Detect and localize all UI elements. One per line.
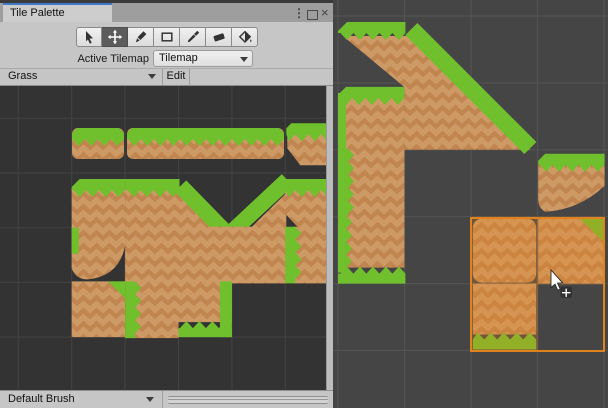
brush-dropdown-value: Default Brush <box>8 393 75 405</box>
fill-icon <box>237 29 253 45</box>
rect-icon <box>159 29 175 45</box>
tile-palette-window: Tile Palette ⋮ × Active Tilemap Tilemap … <box>0 0 333 408</box>
horizontal-scrollbar[interactable] <box>168 396 328 404</box>
tool-buttons <box>76 27 258 47</box>
tile-palette-tab[interactable]: Tile Palette <box>3 3 112 22</box>
eraser-icon <box>211 29 227 45</box>
window-menu-icon[interactable]: ⋮ <box>293 6 305 20</box>
window-close-icon[interactable]: × <box>321 6 329 20</box>
brush-dropdown[interactable]: Default Brush <box>0 391 163 408</box>
select-icon <box>81 29 97 45</box>
palette-select-bar: Grass Edit <box>0 68 333 86</box>
active-tilemap-label: Active Tilemap <box>0 53 149 65</box>
brush-bar: Default Brush <box>0 390 333 408</box>
move-tool-button[interactable] <box>102 27 128 47</box>
picker-icon <box>185 29 201 45</box>
palette-canvas[interactable] <box>0 86 333 390</box>
tilemap-dropdown-value: Tilemap <box>159 52 198 64</box>
window-title: Tile Palette <box>10 7 65 19</box>
palette-dropdown-value: Grass <box>8 70 37 82</box>
window-maximize-icon[interactable] <box>307 10 318 20</box>
vertical-scrollbar[interactable] <box>326 86 333 390</box>
rect-tool-button[interactable] <box>154 27 180 47</box>
chevron-down-icon <box>240 57 248 62</box>
chevron-down-icon <box>148 74 156 79</box>
scene-canvas[interactable] <box>333 0 608 408</box>
select-tool-button[interactable] <box>76 27 102 47</box>
edit-button[interactable]: Edit <box>163 69 190 86</box>
brush-icon <box>133 29 149 45</box>
brush-tool-button[interactable] <box>128 27 154 47</box>
palette-dropdown[interactable]: Grass <box>0 69 163 85</box>
move-icon <box>107 29 123 45</box>
palette-grid[interactable] <box>0 86 333 390</box>
picker-tool-button[interactable] <box>180 27 206 47</box>
fill-tool-button[interactable] <box>232 27 258 47</box>
chevron-down-icon <box>146 397 154 402</box>
eraser-tool-button[interactable] <box>206 27 232 47</box>
tilemap-dropdown[interactable]: Tilemap <box>153 50 253 67</box>
tab-bar: Tile Palette ⋮ × <box>0 0 333 22</box>
palette-toolbar: Active Tilemap Tilemap <box>0 22 333 68</box>
unity-editor: Tile Palette ⋮ × Active Tilemap Tilemap … <box>0 0 608 408</box>
